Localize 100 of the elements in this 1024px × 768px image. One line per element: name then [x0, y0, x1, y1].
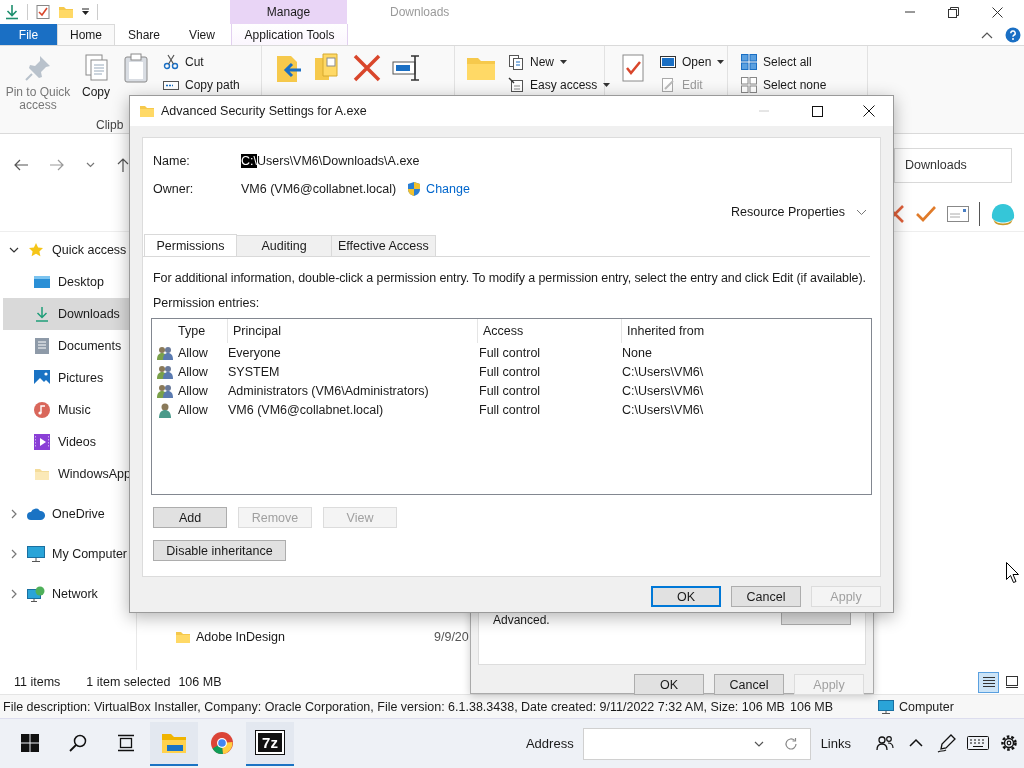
chevron-up-icon[interactable]: [981, 30, 993, 39]
envelope-icon[interactable]: [947, 205, 969, 222]
dialog-button[interactable]: Add: [153, 507, 227, 528]
field-label: Name:: [153, 154, 191, 168]
links-label[interactable]: Links: [820, 736, 851, 751]
copy-button[interactable]: Copy: [76, 52, 116, 99]
security-zone: Computer: [878, 699, 954, 714]
easy-access-button[interactable]: Easy access: [505, 75, 614, 95]
ribbon-tab[interactable]: Application Tools: [231, 24, 348, 45]
ribbon-tab[interactable]: Home: [57, 24, 115, 45]
address-label: Address: [525, 736, 574, 751]
tab[interactable]: Permissions: [144, 234, 237, 256]
file-description: File description: VirtualBox Installer, Company: Oracle Corporation, File version: 6.1.38.3438, Date created: 9/11/2022 7:32 AM, Size: 106 MB: [3, 699, 786, 714]
group-label: Clipb: [95, 117, 125, 133]
nav-item[interactable]: Network: [3, 578, 136, 610]
details-view-icon: [981, 676, 996, 688]
download-icon[interactable]: [4, 4, 20, 20]
close-icon[interactable]: [992, 6, 1003, 18]
chevron-down-icon: [856, 209, 867, 215]
folder-icon: [161, 731, 187, 754]
view-toggle[interactable]: [978, 671, 999, 693]
table-cell-text: Allow: [178, 345, 209, 360]
settings-icon: [998, 732, 1019, 753]
window-title: Downloads: [390, 5, 451, 19]
search-field[interactable]: Downloads: [894, 147, 1012, 183]
ribbon-tab[interactable]: View: [173, 24, 231, 45]
table-cell-text: Full control: [479, 364, 542, 379]
table-cell: C:\Users\VM6\: [622, 364, 704, 379]
ribbon-tab[interactable]: Share: [115, 24, 173, 45]
column-header[interactable]: Principal: [228, 319, 478, 343]
document-icon: [35, 338, 49, 354]
chevron-down-icon[interactable]: [753, 740, 764, 747]
chevron-down-icon[interactable]: [9, 247, 19, 253]
nav-item[interactable]: Music: [3, 394, 136, 426]
select-none-button[interactable]: Select none: [738, 75, 830, 95]
nav-item[interactable]: WindowsApp: [3, 458, 136, 490]
dialog-button[interactable]: OK: [634, 674, 704, 695]
tab[interactable]: Auditing: [236, 235, 332, 256]
computer-icon: [27, 546, 45, 562]
nav-item[interactable]: My Computer: [3, 538, 136, 570]
network-icon: [27, 586, 45, 602]
user-icon: [157, 401, 173, 418]
selection-info: 1 item selected: [86, 675, 171, 689]
chevron-right-icon[interactable]: [11, 589, 17, 599]
column-header[interactable]: Access: [478, 319, 622, 343]
restore-icon[interactable]: [948, 6, 959, 18]
help-icon[interactable]: [1005, 26, 1021, 43]
file-tab[interactable]: File: [0, 24, 57, 45]
folder-icon: [139, 103, 155, 119]
file-name[interactable]: Adobe InDesign: [175, 629, 434, 645]
back-arrow-icon[interactable]: [14, 159, 28, 171]
search-icon: [69, 733, 87, 752]
dialog-button[interactable]: Disable inheritance: [153, 540, 286, 561]
copy-path-button[interactable]: Copy path: [160, 75, 243, 95]
forward-arrow-icon[interactable]: [50, 159, 64, 171]
instruction-text: For additional information, double-click a permission entry. To modify a permission entry, select the entry and click Edit (if available).: [153, 270, 867, 286]
checklist-icon[interactable]: [35, 4, 51, 20]
easy-access-icon: [508, 77, 524, 93]
explorer-button[interactable]: [150, 721, 198, 766]
start-icon: [21, 733, 39, 752]
tab[interactable]: Effective Access: [331, 235, 436, 256]
nav-item[interactable]: OneDrive: [3, 498, 136, 530]
delete-icon: [351, 52, 383, 84]
refresh-icon[interactable]: [783, 736, 798, 751]
nav-item[interactable]: Pictures: [3, 362, 136, 394]
dialog-button[interactable]: Cancel: [731, 586, 801, 607]
up-arrow-icon[interactable]: [117, 158, 129, 172]
column-header[interactable]: Inherited from: [622, 319, 705, 343]
archive-app-button[interactable]: 7z: [246, 721, 294, 766]
table-cell-text: Allow: [178, 402, 209, 417]
nav-item[interactable]: Quick access: [3, 234, 136, 266]
caret-down-icon[interactable]: [81, 7, 90, 17]
table-cell-text: Allow: [178, 383, 209, 398]
shell-icon[interactable]: [990, 201, 1016, 226]
select-all-button[interactable]: Select all: [738, 52, 830, 72]
new-item-button[interactable]: New: [505, 52, 614, 72]
caret-down-icon: [560, 60, 567, 64]
chevron-right-icon[interactable]: [11, 509, 17, 519]
table-cell: None: [622, 345, 652, 360]
maximize-icon[interactable]: [812, 105, 823, 117]
checkmark-icon[interactable]: [915, 204, 937, 223]
task-view-icon: [117, 733, 135, 752]
nav-item[interactable]: Desktop: [3, 266, 136, 298]
star-icon: [28, 242, 44, 258]
table-cell-text: VM6 (VM6@collabnet.local): [228, 402, 385, 417]
user-group-icon: [157, 363, 173, 380]
address-field[interactable]: [582, 727, 811, 760]
caret-down-icon: [717, 60, 725, 64]
keyboard-icon: [966, 735, 989, 750]
column-header[interactable]: Type: [152, 319, 228, 343]
dialog-button[interactable]: OK: [651, 586, 721, 607]
cut-button[interactable]: Cut: [160, 52, 243, 72]
open-button[interactable]: Open: [657, 52, 728, 72]
nav-item[interactable]: Videos: [3, 426, 136, 458]
dialog-button[interactable]: Cancel: [714, 674, 784, 695]
resource-properties-toggle[interactable]: Resource Properties: [731, 202, 867, 222]
chevron-right-icon[interactable]: [11, 549, 17, 559]
change-link[interactable]: Change: [406, 181, 470, 197]
nav-item[interactable]: Documents: [3, 330, 136, 362]
close-icon[interactable]: [863, 105, 875, 117]
